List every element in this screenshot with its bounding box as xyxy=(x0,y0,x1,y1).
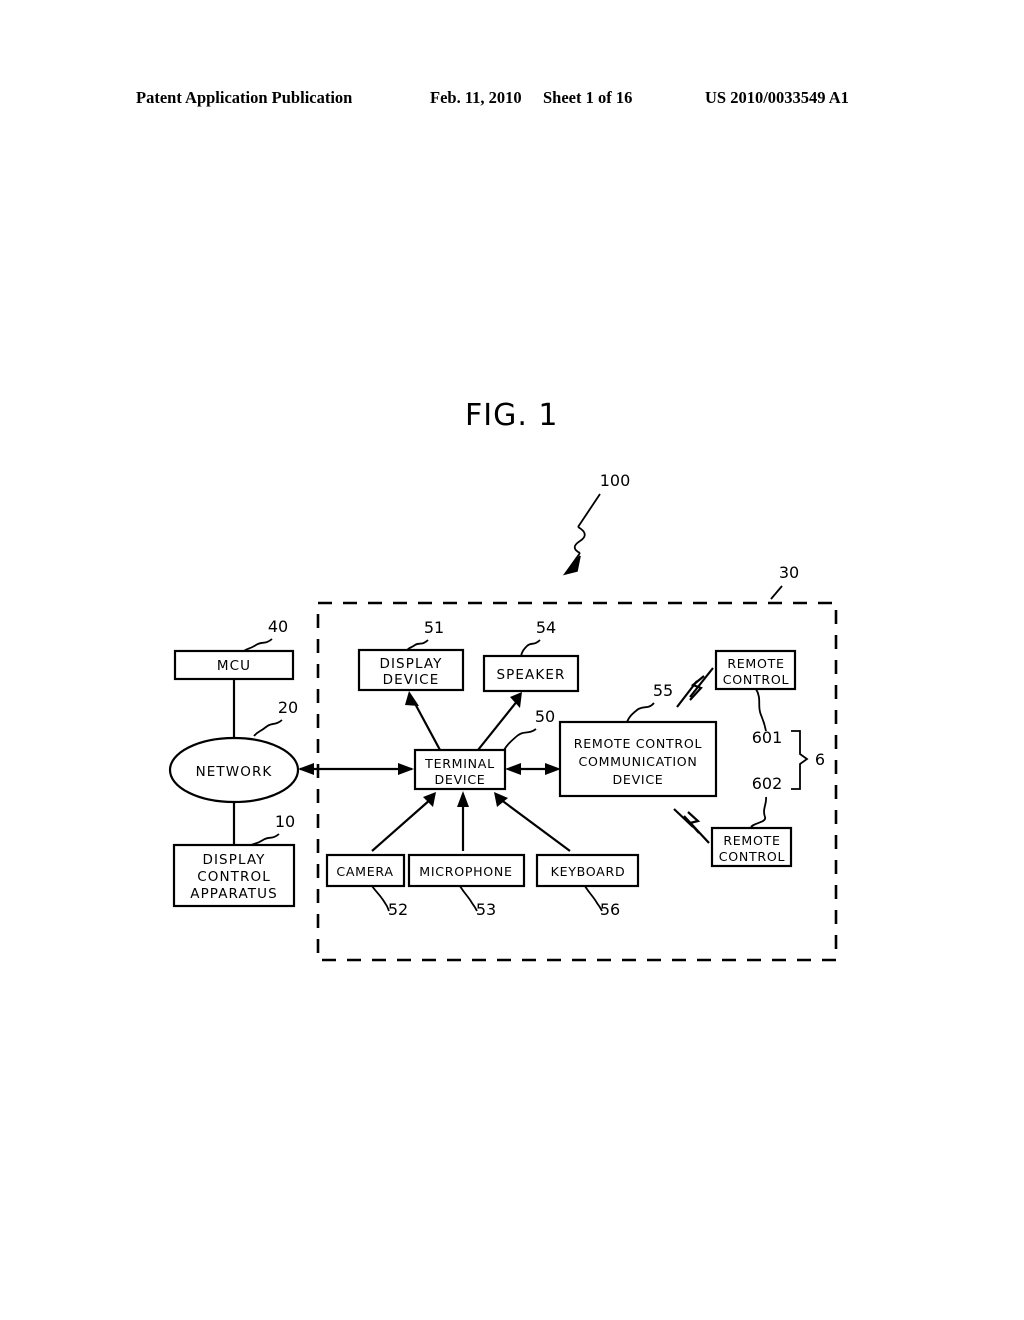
wireless-signal-upper xyxy=(676,667,714,708)
figure-diagram: 100 30 MCU 40 NETWORK 20 DISPLAY CONTROL… xyxy=(168,471,838,962)
remote-control-group-brace: 6 xyxy=(791,730,825,790)
remote-control-upper-label-line1: REMOTE xyxy=(727,656,784,671)
terminal-device-label-line2: DEVICE xyxy=(435,772,486,787)
camera-label: CAMERA xyxy=(336,864,393,879)
wireless-signal-upper-line1 xyxy=(689,667,714,698)
node-keyboard: KEYBOARD 56 xyxy=(535,853,640,919)
ref-56: 56 xyxy=(600,900,620,919)
ref-100: 100 xyxy=(600,471,631,490)
link-network-terminal-arrowhead-left xyxy=(298,763,314,775)
ref-602-leader xyxy=(750,796,768,829)
ref-55: 55 xyxy=(653,681,673,700)
remote-control-lower-label-line1: REMOTE xyxy=(723,833,780,848)
wireless-signal-lower-line2 xyxy=(673,808,694,828)
wireless-signal-upper-line2 xyxy=(676,680,698,708)
node-mcu: MCU 40 xyxy=(173,617,295,681)
node-terminal-device: TERMINAL DEVICE 50 xyxy=(413,707,555,791)
link-camera-terminal-shaft xyxy=(371,798,432,852)
ref-50: 50 xyxy=(535,707,555,726)
link-terminal-display-device-arrowhead xyxy=(405,691,419,706)
ref-30-leader xyxy=(770,585,783,600)
ref-601-leader xyxy=(755,688,767,732)
link-keyboard-terminal xyxy=(494,792,571,852)
system-ref-callout: 100 xyxy=(562,471,631,576)
ref-30: 30 xyxy=(779,563,799,582)
ref-52-leader xyxy=(371,885,390,912)
node-microphone: MICROPHONE 53 xyxy=(407,853,526,919)
network-label: NETWORK xyxy=(196,764,273,780)
link-keyboard-terminal-shaft xyxy=(499,798,571,852)
ref-6: 6 xyxy=(815,750,825,769)
ref-55-leader xyxy=(626,702,655,723)
ref-52: 52 xyxy=(388,900,408,919)
ref-40: 40 xyxy=(268,617,288,636)
link-terminal-rc-comm-arrowhead-right xyxy=(545,763,561,775)
rc-comm-device-label-line2: COMMUNICATION xyxy=(578,754,697,769)
microphone-label: MICROPHONE xyxy=(419,864,512,879)
ref-54: 54 xyxy=(536,618,556,637)
link-network-terminal-arrowhead-right xyxy=(398,763,414,775)
link-terminal-rc-comm-arrowhead-left xyxy=(505,763,521,775)
wireless-signal-lower xyxy=(673,808,710,844)
ref-51: 51 xyxy=(424,618,444,637)
link-microphone-terminal-arrowhead xyxy=(457,791,469,807)
ref-602: 602 xyxy=(752,774,783,793)
display-control-apparatus-label-line1: DISPLAY xyxy=(202,852,265,868)
display-device-label-line2: DEVICE xyxy=(383,672,440,688)
link-microphone-terminal xyxy=(457,791,469,851)
ref-20-leader xyxy=(253,719,283,737)
node-display-device: DISPLAY DEVICE 51 xyxy=(357,618,465,692)
speaker-label: SPEAKER xyxy=(497,667,566,683)
display-device-label-line1: DISPLAY xyxy=(379,656,442,672)
node-remote-control-lower: REMOTE CONTROL 602 xyxy=(710,774,793,868)
ref-10: 10 xyxy=(275,812,295,831)
ref-20: 20 xyxy=(278,698,298,717)
display-control-apparatus-label-line2: CONTROL xyxy=(197,869,271,885)
brace-path xyxy=(791,730,809,790)
link-terminal-display-device xyxy=(405,691,441,751)
node-remote-control-upper: REMOTE CONTROL 601 xyxy=(714,649,797,747)
remote-control-upper-label-line2: CONTROL xyxy=(723,672,789,687)
ref-53-leader xyxy=(459,885,478,912)
rc-comm-device-label-line3: DEVICE xyxy=(613,772,664,787)
ref-54-leader xyxy=(520,639,541,657)
ref-40-leader xyxy=(243,638,273,652)
display-control-apparatus-label-line3: APPARATUS xyxy=(190,886,278,902)
terminal-device-label-line1: TERMINAL xyxy=(424,756,495,771)
ref-100-squiggle xyxy=(573,526,586,554)
ref-50-leader xyxy=(503,728,537,751)
ref-56-leader xyxy=(584,885,603,912)
node-speaker: SPEAKER 54 xyxy=(482,618,580,693)
link-terminal-speaker-shaft xyxy=(477,699,519,751)
ref-601: 601 xyxy=(752,728,783,747)
keyboard-label: KEYBOARD xyxy=(551,864,626,879)
rc-comm-device-label-line1: REMOTE CONTROL xyxy=(574,736,702,751)
node-camera: CAMERA 52 xyxy=(325,853,408,919)
link-terminal-speaker xyxy=(477,692,522,751)
link-terminal-speaker-arrowhead xyxy=(510,692,522,708)
ref-51-leader xyxy=(406,639,429,651)
ref-100-arrowhead xyxy=(562,555,581,576)
ref-10-leader xyxy=(250,833,280,846)
remote-control-lower-label-line2: CONTROL xyxy=(719,849,785,864)
link-camera-terminal xyxy=(371,792,436,852)
ref-53: 53 xyxy=(476,900,496,919)
mcu-label: MCU xyxy=(217,658,251,674)
ref-100-leader xyxy=(577,493,601,528)
link-network-terminal xyxy=(298,763,414,775)
link-terminal-rc-comm xyxy=(505,763,561,775)
